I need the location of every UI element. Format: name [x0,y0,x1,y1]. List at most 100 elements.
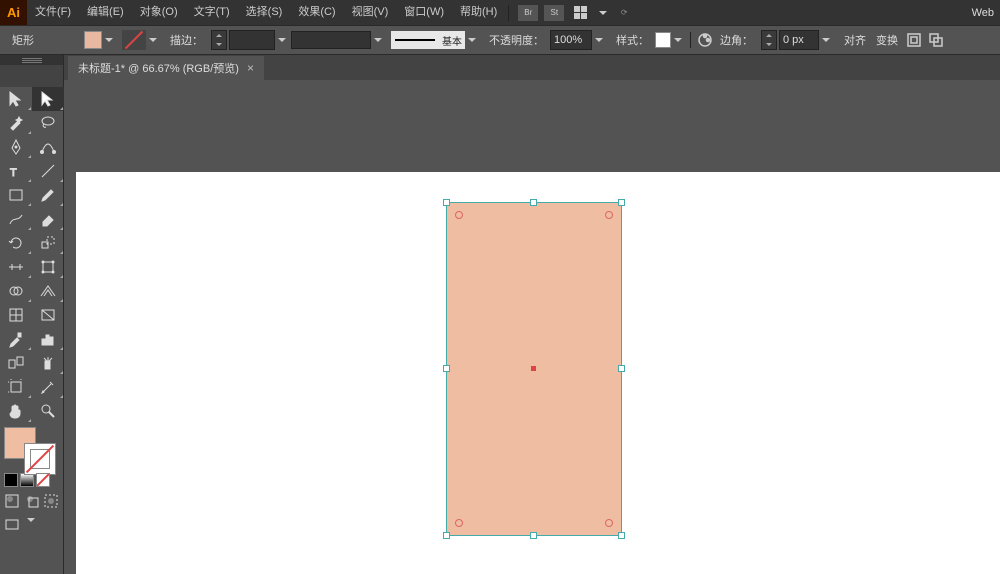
menu-object[interactable]: 对象(O) [132,0,186,25]
live-corner-tr-icon[interactable] [605,211,613,219]
workspace-switcher[interactable]: Web [966,7,1000,19]
canvas-area[interactable] [64,80,1000,574]
style-label: 样式： [612,32,655,48]
free-transform-tool[interactable] [32,255,64,279]
handle-top-left[interactable] [443,199,450,206]
scale-tool[interactable] [32,231,64,255]
menu-help[interactable]: 帮助(H) [452,0,505,25]
fill-dropdown-icon[interactable] [104,37,114,43]
variable-width-field[interactable] [291,31,371,49]
fill-swatch[interactable] [84,31,102,49]
zoom-tool[interactable] [32,399,64,423]
menu-file[interactable]: 文件(F) [27,0,79,25]
isolate-icon[interactable] [905,31,923,49]
align-button[interactable]: 对齐 [839,32,871,48]
stock-icon[interactable]: St [544,5,564,21]
variable-width-dropdown-icon[interactable] [373,37,383,43]
blend-tool[interactable] [0,351,32,375]
gradient-tool[interactable] [32,303,64,327]
menu-edit[interactable]: 编辑(E) [79,0,132,25]
stroke-dropdown-icon[interactable] [148,37,158,43]
handle-bottom-left[interactable] [443,532,450,539]
center-point-icon[interactable] [531,366,536,371]
stroke-weight-stepper[interactable] [211,30,227,50]
opacity-dropdown-icon[interactable] [594,37,604,43]
screen-mode-dropdown-icon[interactable] [26,517,36,523]
column-graph-tool[interactable] [32,327,64,351]
menu-type[interactable]: 文字(T) [186,0,238,25]
arrange-icon[interactable] [570,5,590,21]
handle-bottom-right[interactable] [618,532,625,539]
direct-selection-tool[interactable] [32,87,64,111]
selected-rectangle[interactable] [446,202,622,536]
shape-label: 矩形 [0,32,40,48]
slice-tool[interactable] [32,375,64,399]
live-corner-br-icon[interactable] [605,519,613,527]
eraser-tool[interactable] [32,207,64,231]
style-dropdown-icon[interactable] [673,37,683,43]
opacity-field[interactable]: 100% [550,30,592,50]
line-tool[interactable] [32,159,64,183]
bridge-icon[interactable]: Br [518,5,538,21]
width-tool[interactable] [0,255,32,279]
toolbox: T [0,55,64,574]
solid-color-icon[interactable] [4,473,18,487]
magic-wand-tool[interactable] [0,111,32,135]
tab-close-icon[interactable]: × [247,61,254,75]
stroke-color-box[interactable] [24,443,56,475]
draw-inside-icon[interactable] [43,493,59,509]
arrange-dropdown-icon[interactable] [598,10,608,16]
menu-view[interactable]: 视图(V) [344,0,397,25]
artboard[interactable] [76,172,1000,574]
pencil-tool[interactable] [0,207,32,231]
curvature-tool[interactable] [32,135,64,159]
selection-tool[interactable] [0,87,32,111]
pen-tool[interactable] [0,135,32,159]
toolbox-grip[interactable] [0,55,63,65]
type-tool[interactable]: T [0,159,32,183]
menu-effect[interactable]: 效果(C) [290,0,343,25]
document-tab[interactable]: 未标题-1* @ 66.67% (RGB/预览) × [68,56,264,80]
menu-window[interactable]: 窗口(W) [396,0,452,25]
live-corner-bl-icon[interactable] [455,519,463,527]
handle-bottom[interactable] [530,532,537,539]
artboard-tool[interactable] [0,375,32,399]
stroke-weight-dropdown-icon[interactable] [277,37,287,43]
tab-title: 未标题-1* @ 66.67% (RGB/预览) [78,60,239,76]
eyedropper-tool[interactable] [0,327,32,351]
lasso-tool[interactable] [32,111,64,135]
rotate-tool[interactable] [0,231,32,255]
handle-top-right[interactable] [618,199,625,206]
stroke-swatch[interactable] [122,30,146,50]
shape-builder-tool[interactable] [0,279,32,303]
shape-mode-icon[interactable] [927,31,945,49]
mesh-tool[interactable] [0,303,32,327]
style-swatch[interactable] [655,32,671,48]
paintbrush-tool[interactable] [32,183,64,207]
gradient-icon[interactable] [20,473,34,487]
perspective-grid-tool[interactable] [32,279,64,303]
brush-definition[interactable]: 基本 [391,31,465,49]
gpu-icon[interactable]: ⟳ [614,5,634,21]
handle-left[interactable] [443,365,450,372]
symbol-sprayer-tool[interactable] [32,351,64,375]
live-corner-tl-icon[interactable] [455,211,463,219]
brush-dropdown-icon[interactable] [467,37,477,43]
rectangle-tool[interactable] [0,183,32,207]
corner-dropdown-icon[interactable] [821,37,831,43]
corner-stepper[interactable] [761,30,777,50]
handle-right[interactable] [618,365,625,372]
corner-field[interactable]: 0 px [779,30,819,50]
draw-behind-icon[interactable] [24,493,40,509]
hand-tool[interactable] [0,399,32,423]
none-color-icon[interactable] [36,473,50,487]
handle-top[interactable] [530,199,537,206]
fill-stroke-control[interactable] [0,423,63,471]
transform-button[interactable]: 变换 [871,32,903,48]
recolor-icon[interactable] [696,31,714,49]
draw-normal-icon[interactable] [4,493,20,509]
stroke-weight-field[interactable] [229,30,275,50]
app-icon: Ai [0,0,27,25]
screen-mode-icon[interactable] [4,517,20,533]
menu-select[interactable]: 选择(S) [238,0,291,25]
